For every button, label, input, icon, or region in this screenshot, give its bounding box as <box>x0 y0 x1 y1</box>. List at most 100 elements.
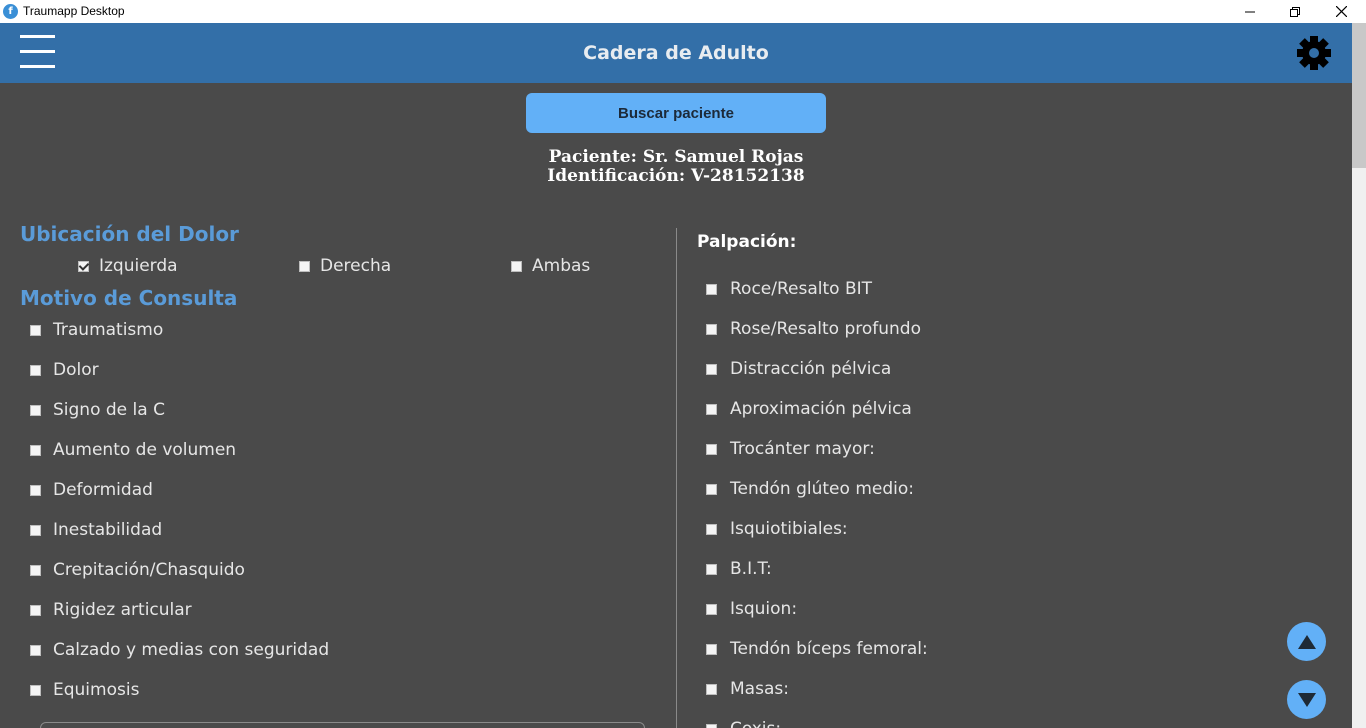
consult-reason-item-label: Rigidez articular <box>53 600 192 620</box>
patient-id: Identificación: V-28152138 <box>547 166 805 186</box>
app-header: Cadera de Adulto <box>0 23 1352 83</box>
consult-reason-item[interactable]: Crepitación/Chasquido <box>30 558 245 582</box>
consult-reason-item[interactable]: Aumento de volumen <box>30 438 236 462</box>
consult-reason-item-label: Calzado y medias con seguridad <box>53 640 330 660</box>
checkbox[interactable] <box>706 523 717 535</box>
palpation-item-label: Trocánter mayor: <box>730 439 875 459</box>
palpation-item[interactable]: Coxis: <box>706 717 781 728</box>
consult-reason-item-label: Signo de la C <box>53 400 165 420</box>
restore-button[interactable] <box>1272 0 1318 23</box>
arrow-up-icon <box>1297 634 1316 649</box>
app-logo-icon: f <box>3 4 18 19</box>
scroll-up-button[interactable] <box>1287 622 1326 661</box>
checkbox[interactable] <box>706 403 717 415</box>
checkbox[interactable] <box>30 484 41 496</box>
patient-info: Paciente: Sr. Samuel Rojas Identificació… <box>0 148 1352 186</box>
palpation-item-label: Tendón bíceps femoral: <box>730 639 928 659</box>
palpation-item-label: Rose/Resalto profundo <box>730 319 922 339</box>
palpation-item-label: Coxis: <box>730 719 781 728</box>
checkbox[interactable] <box>30 684 41 696</box>
palpation-item-label: Roce/Resalto BIT <box>730 279 873 299</box>
palpation-item-label: Distracción pélvica <box>730 359 892 379</box>
pain-option-label: Izquierda <box>99 256 178 276</box>
window-title: Traumapp Desktop <box>23 4 125 18</box>
checkbox[interactable] <box>706 283 717 295</box>
palpation-item-label: B.I.T: <box>730 559 772 579</box>
palpation-title: Palpación: <box>697 232 797 252</box>
pain-location-title: Ubicación del Dolor <box>20 222 239 246</box>
consult-reason-item[interactable]: Deformidad <box>30 478 153 502</box>
checkbox[interactable] <box>706 643 717 655</box>
checkbox[interactable] <box>30 364 41 376</box>
minimize-button[interactable] <box>1227 0 1273 23</box>
palpation-item[interactable]: Isquiotibiales: <box>706 517 848 541</box>
consult-reason-item-label: Aumento de volumen <box>53 440 237 460</box>
checkbox[interactable] <box>706 683 717 695</box>
pain-option-left[interactable]: Izquierda <box>78 254 178 278</box>
palpation-item[interactable]: Distracción pélvica <box>706 357 891 381</box>
pain-option-label: Ambas <box>532 256 591 276</box>
checkbox[interactable] <box>706 603 717 615</box>
close-window-button[interactable] <box>1318 0 1364 23</box>
consult-reason-item[interactable]: Rigidez articular <box>30 598 192 622</box>
consult-reason-item-label: Inestabilidad <box>53 520 163 540</box>
gear-icon[interactable] <box>1296 35 1332 71</box>
checkbox[interactable] <box>30 324 41 336</box>
page-title: Cadera de Adulto <box>583 42 769 64</box>
checkbox[interactable] <box>511 260 522 272</box>
consult-reason-item[interactable]: Signo de la C <box>30 398 165 422</box>
checkbox[interactable] <box>706 363 717 375</box>
checkbox[interactable] <box>78 260 89 272</box>
palpation-item[interactable]: Rose/Resalto profundo <box>706 317 921 341</box>
palpation-item[interactable]: Trocánter mayor: <box>706 437 875 461</box>
checkbox[interactable] <box>706 323 717 335</box>
checkbox[interactable] <box>30 404 41 416</box>
checkbox[interactable] <box>706 563 717 575</box>
palpation-item-label: Tendón glúteo medio: <box>730 479 914 499</box>
palpation-item-label: Aproximación pélvica <box>730 399 912 419</box>
checkbox[interactable] <box>30 444 41 456</box>
palpation-item[interactable]: Roce/Resalto BIT <box>706 277 872 301</box>
palpation-item-label: Isquion: <box>730 599 798 619</box>
consult-reason-item[interactable]: Equimosis <box>30 678 139 702</box>
search-patient-button[interactable]: Buscar paciente <box>526 93 826 133</box>
consult-reason-item-label: Traumatismo <box>53 320 164 340</box>
palpation-item[interactable]: Aproximación pélvica <box>706 397 912 421</box>
palpation-item-label: Masas: <box>730 679 789 699</box>
scroll-down-button[interactable] <box>1287 680 1326 719</box>
palpation-item[interactable]: Isquion: <box>706 597 797 621</box>
palpation-item-label: Isquiotibiales: <box>730 519 848 539</box>
checkbox[interactable] <box>30 524 41 536</box>
restore-icon <box>1290 6 1300 17</box>
pain-option-both[interactable]: Ambas <box>511 254 590 278</box>
notes-textarea[interactable] <box>40 722 645 728</box>
checkbox[interactable] <box>30 644 41 656</box>
checkbox[interactable] <box>706 483 717 495</box>
consult-reason-item[interactable]: Dolor <box>30 358 99 382</box>
consult-reason-item-label: Crepitación/Chasquido <box>53 560 245 580</box>
palpation-item[interactable]: B.I.T: <box>706 557 772 581</box>
column-divider <box>676 228 677 728</box>
checkbox[interactable] <box>706 723 717 728</box>
consult-reason-item[interactable]: Inestabilidad <box>30 518 162 542</box>
close-icon <box>1335 6 1347 17</box>
palpation-item[interactable]: Tendón glúteo medio: <box>706 477 914 501</box>
palpation-item[interactable]: Tendón bíceps femoral: <box>706 637 928 661</box>
consult-reason-item[interactable]: Traumatismo <box>30 318 163 342</box>
checkbox[interactable] <box>30 604 41 616</box>
palpation-item[interactable]: Masas: <box>706 677 789 701</box>
patient-name: Paciente: Sr. Samuel Rojas <box>548 147 804 167</box>
pain-option-label: Derecha <box>320 256 392 276</box>
checkbox[interactable] <box>299 260 310 272</box>
consult-reason-item-label: Dolor <box>53 360 99 380</box>
scrollbar-thumb[interactable] <box>1352 23 1366 168</box>
arrow-down-icon <box>1297 692 1316 707</box>
checkbox[interactable] <box>706 443 717 455</box>
consult-reason-item-label: Deformidad <box>53 480 153 500</box>
window-titlebar: f Traumapp Desktop <box>0 0 1366 23</box>
checkbox[interactable] <box>30 564 41 576</box>
minimize-icon <box>1245 11 1255 12</box>
pain-option-right[interactable]: Derecha <box>299 254 391 278</box>
consult-reason-item[interactable]: Calzado y medias con seguridad <box>30 638 329 662</box>
consult-reason-title: Motivo de Consulta <box>20 286 238 310</box>
